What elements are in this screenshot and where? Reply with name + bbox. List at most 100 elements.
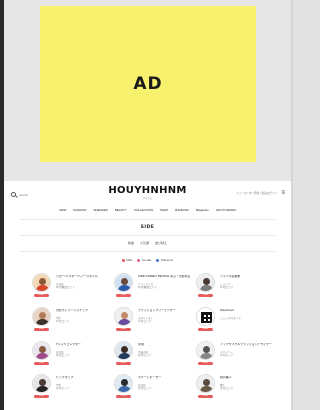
status-badge: SNAP: [34, 395, 49, 398]
avatar[interactable]: [196, 273, 215, 292]
avatar[interactable]: [32, 341, 51, 360]
avatar[interactable]: [32, 307, 51, 326]
sort-option[interactable]: 新着: [128, 241, 134, 245]
profile-meta-line: 年代/エリア: [56, 354, 70, 358]
profile-name[interactable]: Nikeshoe3: [220, 309, 276, 313]
avatar[interactable]: [196, 307, 215, 326]
ad-banner[interactable]: AD: [40, 6, 256, 162]
profile-name[interactable]: 渋谷ストリートスナップ: [56, 309, 112, 313]
profile-card[interactable]: SNAP スケートボーダー 会社員 年代/エリア: [114, 374, 196, 408]
profile-meta: 職人 年代/エリア: [220, 384, 276, 390]
avatar[interactable]: [114, 341, 133, 360]
nav-item[interactable]: HOUYHNHNM: [216, 208, 236, 212]
profile-name[interactable]: ファッションフリーランサー: [138, 309, 194, 313]
window-edge-right: [291, 0, 293, 410]
nav-item[interactable]: BEAUTY: [115, 208, 127, 212]
profile-card[interactable]: SNAP 渋谷ストリートスナップ 学生 年代/エリア: [32, 307, 114, 341]
profile-card[interactable]: SNAP ヒップホップ 学生 年代/エリア: [32, 374, 114, 408]
profile-meta: ショップ/スタッフ: [220, 317, 276, 320]
profile-name[interactable]: アメリカ古着屋: [220, 275, 276, 279]
profile-name[interactable]: ハロー/ミスター/ヘアースタイル: [56, 275, 112, 279]
profile-meta: 学生 年代/エリア: [56, 317, 112, 323]
site-logo-subtitle: フイナム: [142, 197, 153, 200]
profile-card[interactable]: SNAP SIDE STREET PEOPLE 東京・渋谷周辺 フリーランス 年代/職…: [114, 273, 196, 307]
page-title: SIDE: [140, 225, 155, 230]
status-badge: SNAP: [198, 294, 213, 297]
status-badge: SNAP: [34, 328, 49, 331]
profile-name[interactable]: SIDE STREET PEOPLE 東京・渋谷周辺: [138, 275, 194, 279]
main-nav: NEW FASHION SNEAKER BEAUTY COLLECTION SNAP RAN…: [4, 208, 291, 212]
profile-meta-line: 年代/エリア: [220, 286, 234, 290]
menu-icon[interactable]: ≡: [281, 190, 285, 196]
nav-item[interactable]: COLLECTION: [134, 208, 153, 212]
profile-card[interactable]: SNAP アップサイクルファッションデザイナー デザイナー 年代/エリア: [196, 341, 278, 375]
avatar[interactable]: [114, 273, 133, 292]
status-badge: SNAP: [198, 362, 213, 365]
status-badge: SNAP: [34, 294, 49, 297]
legend-dot-icon: [137, 258, 141, 262]
nav-item[interactable]: FASHION: [73, 208, 86, 212]
divider: [20, 251, 275, 252]
profile-meta: 会社員 年代/職業/エリア: [56, 283, 112, 289]
avatar[interactable]: [114, 374, 133, 393]
legend-label: Influencer: [160, 258, 174, 262]
nav-item[interactable]: SNAP: [160, 208, 168, 212]
profile-name[interactable]: スケートボーダー: [138, 376, 194, 380]
profile-meta-line: 年代/エリア: [56, 320, 70, 324]
profile-card[interactable]: SNAP ハロー/ミスター/ヘアースタイル 会社員 年代/職業/エリア: [32, 273, 114, 307]
profile-card[interactable]: SNAP Nikeshoe3 ショップ/スタッフ: [196, 307, 278, 341]
avatar[interactable]: [32, 273, 51, 292]
profile-meta: デザイナー 年代/エリア: [220, 351, 276, 357]
avatar[interactable]: [196, 374, 215, 393]
legend-dot-icon: [156, 258, 160, 262]
profile-meta: スタイリスト 年代/エリア: [138, 317, 194, 323]
screen: AD HOUYHNHNM フイナム ニュースレター登録 / 会員ログイン ≡ N…: [0, 0, 293, 410]
profile-name[interactable]: Tシャツコレクター: [56, 343, 112, 347]
profile-card[interactable]: SNAP アメリカ古着屋 ショップ 年代/エリア: [196, 273, 278, 307]
profile-meta-line: 年代/エリア: [138, 320, 152, 324]
profile-card[interactable]: SNAP ファッションフリーランサー スタイリスト 年代/エリア: [114, 307, 196, 341]
nav-item[interactable]: Magazine: [196, 208, 209, 212]
sort-option[interactable]: 人気順: [140, 241, 149, 245]
web-page: HOUYHNHNM フイナム ニュースレター登録 / 会員ログイン ≡ NEW F…: [4, 181, 291, 410]
avatar[interactable]: [114, 307, 133, 326]
profile-meta: 会社員 年代/エリア: [56, 351, 112, 357]
ad-label: AD: [133, 74, 163, 94]
profile-meta: 学生 年代/エリア: [56, 384, 112, 390]
profile-card[interactable]: SNAP 靴の職人職人 年代/エリア: [196, 374, 278, 408]
header-links[interactable]: ニュースレター登録 / 会員ログイン: [236, 191, 277, 195]
profile-card[interactable]: SNAP Tシャツコレクター 会社員 年代/エリア: [32, 341, 114, 375]
profile-card[interactable]: SNAP 原宿 古着店員 年代/エリア: [114, 341, 196, 375]
profile-meta: ショップ 年代/エリア: [220, 283, 276, 289]
legend-item[interactable]: Influencer: [156, 258, 173, 262]
avatar[interactable]: [196, 341, 215, 360]
nav-item[interactable]: RANKING: [175, 208, 189, 212]
filter-legend: Male Female Influencer: [4, 258, 291, 262]
profile-meta-line: 年代/職業/エリア: [138, 286, 157, 290]
profile-meta-line: 年代/エリア: [220, 387, 234, 391]
divider: [20, 219, 275, 220]
status-badge: SNAP: [198, 395, 213, 398]
legend-item[interactable]: Male: [121, 258, 133, 262]
profile-meta-line: 年代/エリア: [56, 387, 70, 391]
status-badge: SNAP: [116, 395, 131, 398]
profile-meta-line: 年代/エリア: [220, 354, 234, 358]
nav-item[interactable]: NEW: [59, 208, 66, 212]
legend-label: Male: [126, 258, 133, 262]
profile-meta: 古着店員 年代/エリア: [138, 351, 194, 357]
nav-item[interactable]: SNEAKER: [93, 208, 107, 212]
avatar[interactable]: [32, 374, 51, 393]
sort-option[interactable]: 並び替え: [155, 241, 167, 245]
profile-name[interactable]: 靴の職人: [220, 376, 276, 380]
status-badge: SNAP: [34, 362, 49, 365]
profile-meta-line: 年代/職業/エリア: [56, 286, 75, 290]
profile-name[interactable]: ヒップホップ: [56, 376, 112, 380]
profile-meta: フリーランス 年代/職業/エリア: [138, 283, 194, 289]
profile-grid: SNAP ハロー/ミスター/ヘアースタイル 会社員 年代/職業/エリア SNAP SIDE…: [32, 273, 277, 410]
legend-item[interactable]: Female: [137, 258, 151, 262]
profile-meta-line: ショップ/スタッフ: [220, 317, 241, 320]
profile-name[interactable]: 原宿: [138, 343, 194, 347]
profile-meta-line: 年代/エリア: [138, 354, 152, 358]
profile-name[interactable]: アップサイクルファッションデザイナー: [220, 343, 276, 347]
profile-meta-line: 年代/エリア: [138, 387, 152, 391]
